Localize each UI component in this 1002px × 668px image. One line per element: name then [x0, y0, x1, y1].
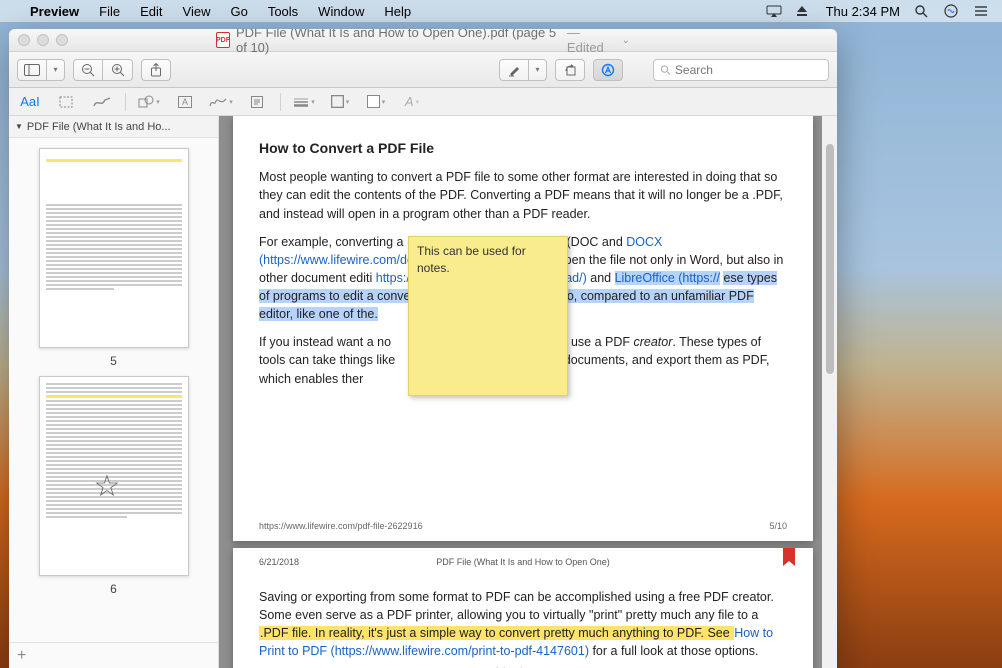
- notifications-icon[interactable]: [974, 5, 990, 17]
- vertical-scrollbar[interactable]: [822, 116, 837, 668]
- disclosure-triangle-icon[interactable]: ▼: [15, 122, 23, 131]
- siri-icon[interactable]: [944, 4, 960, 18]
- page-date: 6/21/2018: [259, 556, 299, 569]
- paragraph: Most people wanting to convert a PDF fil…: [259, 168, 787, 222]
- ad-label: Advertisement: [259, 665, 787, 668]
- footer-url: https://www.lifewire.com/pdf-file-262291…: [259, 520, 423, 533]
- note-tool[interactable]: [244, 92, 270, 112]
- search-field[interactable]: [653, 59, 829, 81]
- airplay-icon[interactable]: [766, 5, 782, 17]
- svg-text:A: A: [182, 97, 188, 107]
- highlight-menu[interactable]: ▾: [529, 59, 547, 81]
- highlight: .PDF file. In reality, it's just a simpl…: [259, 626, 734, 640]
- sticky-note-text: This can be used for notes.: [417, 244, 526, 275]
- pdf-page-6[interactable]: 6/21/2018 PDF File (What It Is and How t…: [233, 548, 813, 668]
- thumbnails-sidebar: ▼ PDF File (What It Is and Ho...: [9, 116, 219, 668]
- spotlight-icon[interactable]: [914, 4, 930, 18]
- markup-toolbar: AaI ▾ A ▾ ▾ ▾ ▾ A▾: [9, 88, 837, 116]
- border-color-tool[interactable]: ▾: [327, 92, 353, 112]
- search-icon: [660, 64, 671, 76]
- sticky-note[interactable]: This can be used for notes.: [408, 236, 568, 396]
- text-tool[interactable]: A: [172, 92, 198, 112]
- sidebar-title: PDF File (What It Is and Ho...: [27, 121, 171, 133]
- sketch-tool[interactable]: [89, 92, 115, 112]
- menubar-clock[interactable]: Thu 2:34 PM: [826, 4, 900, 19]
- scrollbar-thumb[interactable]: [826, 144, 834, 374]
- rect-selection-tool[interactable]: [53, 92, 79, 112]
- fill-color-tool[interactable]: ▾: [363, 92, 389, 112]
- text-selection-tool[interactable]: AaI: [17, 92, 43, 112]
- shapes-tool[interactable]: ▾: [136, 92, 162, 112]
- thumbnail-number: 5: [39, 354, 189, 368]
- highlight-button[interactable]: [499, 59, 529, 81]
- thumbnail-page-6[interactable]: ☆ 6: [39, 376, 189, 596]
- footer-page-number: 5/10: [769, 520, 787, 533]
- window-title: PDF File (What It Is and How to Open One…: [236, 29, 561, 55]
- add-page-button[interactable]: +: [17, 647, 26, 665]
- document-view[interactable]: How to Convert a PDF File Most people wa…: [219, 116, 837, 668]
- menu-window[interactable]: Window: [308, 4, 374, 19]
- menu-tools[interactable]: Tools: [258, 4, 308, 19]
- sidebar-view-menu[interactable]: ▾: [47, 59, 65, 81]
- menu-edit[interactable]: Edit: [130, 4, 172, 19]
- page-heading: How to Convert a PDF File: [259, 138, 787, 158]
- toolbar: ▾ ▾: [9, 52, 837, 88]
- preview-window: PDF PDF File (What It Is and How to Open…: [9, 29, 837, 668]
- bookmark-icon[interactable]: [783, 548, 795, 566]
- thumbnail-page-5[interactable]: 5: [39, 148, 189, 368]
- share-button[interactable]: [141, 59, 171, 81]
- app-menu[interactable]: Preview: [20, 4, 89, 19]
- text-style-tool[interactable]: A▾: [399, 92, 425, 112]
- edited-label: — Edited: [567, 29, 616, 55]
- macos-menubar: Preview File Edit View Go Tools Window H…: [0, 0, 1002, 22]
- eject-icon[interactable]: [796, 5, 812, 17]
- page-header-title: PDF File (What It Is and How to Open One…: [436, 556, 610, 569]
- star-annotation-icon: ☆: [94, 467, 121, 506]
- markup-button[interactable]: [593, 59, 623, 81]
- search-input[interactable]: [675, 63, 822, 77]
- zoom-button[interactable]: [56, 34, 68, 46]
- menu-help[interactable]: Help: [374, 4, 421, 19]
- paragraph: Saving or exporting from some format to …: [259, 588, 787, 661]
- line-weight-tool[interactable]: ▾: [291, 92, 317, 112]
- zoom-in-button[interactable]: [103, 59, 133, 81]
- link[interactable]: LibreOffice (https://: [615, 271, 720, 285]
- close-button[interactable]: [18, 34, 30, 46]
- menu-file[interactable]: File: [89, 4, 130, 19]
- sidebar-view-button[interactable]: [17, 59, 47, 81]
- rotate-button[interactable]: [555, 59, 585, 81]
- minimize-button[interactable]: [37, 34, 49, 46]
- title-dropdown-icon[interactable]: ⌄: [622, 35, 630, 46]
- sign-tool[interactable]: ▾: [208, 92, 234, 112]
- menu-view[interactable]: View: [173, 4, 221, 19]
- pdf-page-5[interactable]: How to Convert a PDF File Most people wa…: [233, 116, 813, 541]
- pdf-icon: PDF: [216, 32, 230, 48]
- menu-go[interactable]: Go: [220, 4, 257, 19]
- zoom-out-button[interactable]: [73, 59, 103, 81]
- window-titlebar[interactable]: PDF PDF File (What It Is and How to Open…: [9, 29, 837, 52]
- sidebar-header[interactable]: ▼ PDF File (What It Is and Ho...: [9, 116, 218, 138]
- thumbnail-number: 6: [39, 582, 189, 596]
